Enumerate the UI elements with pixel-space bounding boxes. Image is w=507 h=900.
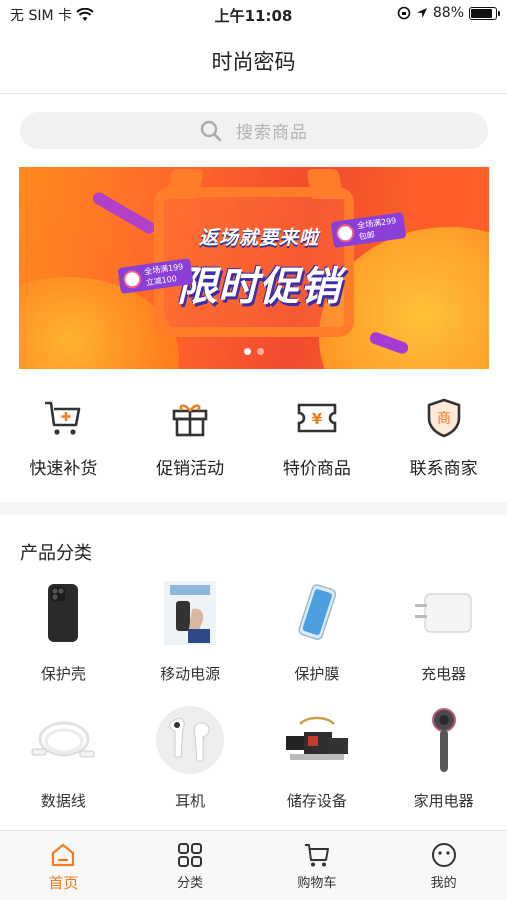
category-label: 储存设备 — [286, 792, 347, 810]
promo-banner[interactable]: 返场就要来啦 限时促销 全场满199 立减100 全场满299 包邮 — [19, 167, 489, 369]
cart-plus-icon — [41, 396, 85, 440]
quick-action-label: 促销活动 — [156, 459, 225, 479]
pagination-dot-active[interactable] — [244, 348, 251, 355]
quick-action-contact-merchant[interactable]: 商 联系商家 — [380, 396, 507, 486]
search-bar[interactable]: 搜索商品 — [20, 112, 488, 149]
search-icon — [200, 120, 222, 141]
category-grid: 保护壳 移动电源 保护膜 充电器 数据线 耳机 储存设备 家用电器 — [0, 578, 507, 832]
category-label: 家用电器 — [413, 792, 474, 810]
pagination-dot[interactable] — [257, 348, 264, 355]
status-right: 88% — [397, 5, 500, 21]
category-storage[interactable]: 储存设备 — [254, 705, 381, 832]
category-charger[interactable]: 充电器 — [380, 578, 507, 705]
shop-shield-icon: 商 — [422, 396, 466, 440]
quick-action-specials[interactable]: ¥ 特价商品 — [254, 396, 381, 486]
tab-label: 分类 — [177, 876, 204, 891]
tab-bar: 首页 分类 购物车 我的 — [0, 830, 507, 900]
quick-action-restock[interactable]: 快速补货 — [0, 396, 127, 486]
svg-text:¥: ¥ — [312, 410, 323, 428]
location-icon — [416, 8, 427, 18]
banner-headline: 限时促销 — [177, 264, 341, 310]
page-title: 时尚密码 — [211, 50, 296, 74]
category-label: 移动电源 — [160, 665, 221, 683]
grid-icon — [176, 841, 204, 869]
power-bank-image — [155, 578, 225, 648]
navigation-bar: 时尚密码 — [0, 28, 507, 94]
category-cable[interactable]: 数据线 — [0, 705, 127, 832]
search-placeholder: 搜索商品 — [236, 123, 308, 143]
category-label: 数据线 — [40, 792, 86, 810]
quick-action-label: 快速补货 — [29, 459, 98, 479]
coupon-icon — [122, 269, 143, 290]
svg-text:商: 商 — [437, 411, 451, 427]
section-title: 产品分类 — [20, 543, 92, 564]
category-earphones[interactable]: 耳机 — [127, 705, 254, 832]
smiley-icon — [430, 841, 458, 869]
category-home-appliance[interactable]: 家用电器 — [380, 705, 507, 832]
storage-image — [282, 705, 352, 775]
quick-actions: 快速补货 促销活动 ¥ 特价商品 商 联系商家 — [0, 396, 507, 486]
cart-icon — [303, 841, 331, 869]
tab-label: 我的 — [430, 876, 457, 891]
banner-slogan: 返场就要来啦 — [199, 227, 320, 249]
gift-icon — [168, 396, 212, 440]
lock-rotation-icon — [397, 6, 411, 20]
hair-dryer-image — [409, 705, 479, 775]
tab-label: 购物车 — [297, 876, 337, 891]
earphones-image — [155, 705, 225, 775]
quick-action-label: 联系商家 — [409, 459, 478, 479]
category-screen-protector[interactable]: 保护膜 — [254, 578, 381, 705]
home-icon — [49, 841, 77, 869]
quick-action-promotions[interactable]: 促销活动 — [127, 396, 254, 486]
tab-home[interactable]: 首页 — [0, 831, 127, 900]
category-label: 耳机 — [175, 792, 206, 810]
battery-percent: 88% — [432, 5, 464, 21]
tab-label: 首页 — [48, 874, 79, 892]
status-bar: 无 SIM 卡 上午11:08 88% — [0, 0, 507, 28]
tab-category[interactable]: 分类 — [127, 831, 254, 900]
product-categories: 产品分类 保护壳 移动电源 保护膜 充电器 数据线 耳机 储存设备 家用电器 — [0, 515, 507, 830]
banner-decoration — [90, 190, 158, 236]
category-phone-case[interactable]: 保护壳 — [0, 578, 127, 705]
phone-case-image — [28, 578, 98, 648]
category-label: 充电器 — [421, 665, 467, 683]
battery-icon — [469, 6, 500, 20]
category-label: 保护壳 — [40, 665, 86, 683]
tab-cart[interactable]: 购物车 — [254, 831, 381, 900]
tab-profile[interactable]: 我的 — [380, 831, 507, 900]
category-power-bank[interactable]: 移动电源 — [127, 578, 254, 705]
quick-action-label: 特价商品 — [282, 459, 351, 479]
banner-pagination — [19, 348, 489, 355]
category-label: 保护膜 — [294, 665, 340, 683]
screen-protector-image — [282, 578, 352, 648]
charger-image — [409, 578, 479, 648]
cable-image — [28, 705, 98, 775]
coupon-icon — [335, 223, 356, 244]
yen-ticket-icon: ¥ — [295, 396, 339, 440]
